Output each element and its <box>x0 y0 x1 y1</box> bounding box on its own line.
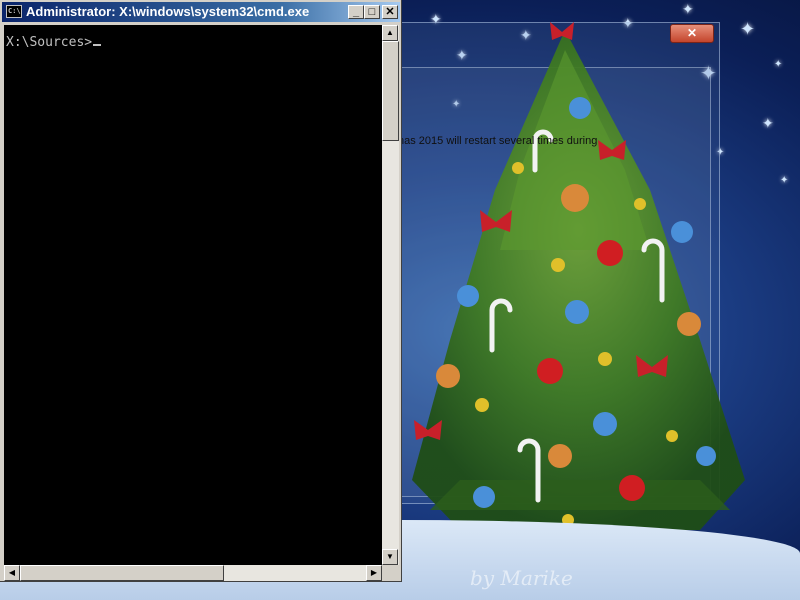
cmd-app-icon[interactable]: C:\ <box>6 5 22 18</box>
vertical-scroll-thumb[interactable] <box>382 41 399 141</box>
scroll-right-button[interactable]: ▶ <box>366 565 382 581</box>
close-button[interactable]: ✕ <box>382 5 398 19</box>
horizontal-scroll-thumb[interactable] <box>20 565 224 581</box>
scroll-up-button[interactable]: ▲ <box>382 25 398 41</box>
star-icon: ✦ <box>762 115 774 131</box>
star-icon: ✦ <box>774 59 783 70</box>
scroll-left-button[interactable]: ◀ <box>4 565 20 581</box>
background-window-message: nas 2015 will restart several times duri… <box>398 135 598 147</box>
minimize-button[interactable]: _ <box>348 5 364 19</box>
christmas-tree-image <box>412 22 745 530</box>
prompt-text: X:\Sources> <box>6 35 93 50</box>
console-area[interactable]: X:\Sources> <box>4 25 382 565</box>
wallpaper-signature: by Marike <box>470 566 573 590</box>
scroll-down-button[interactable]: ▼ <box>382 549 398 565</box>
cmd-titlebar[interactable]: C:\ Administrator: X:\windows\system32\c… <box>2 2 400 22</box>
maximize-button[interactable]: □ <box>364 5 380 19</box>
star-icon: ✦ <box>780 175 789 186</box>
window-title: Administrator: X:\windows\system32\cmd.e… <box>26 4 310 19</box>
text-cursor <box>93 44 102 46</box>
resize-grip[interactable] <box>383 566 399 581</box>
command-prompt-line[interactable]: X:\Sources> <box>6 35 102 50</box>
vertical-scrollbar[interactable]: ▲ ▼ <box>382 25 399 565</box>
cmd-window: C:\ Administrator: X:\windows\system32\c… <box>0 0 402 582</box>
horizontal-scrollbar[interactable]: ◀ ▶ <box>4 565 382 581</box>
